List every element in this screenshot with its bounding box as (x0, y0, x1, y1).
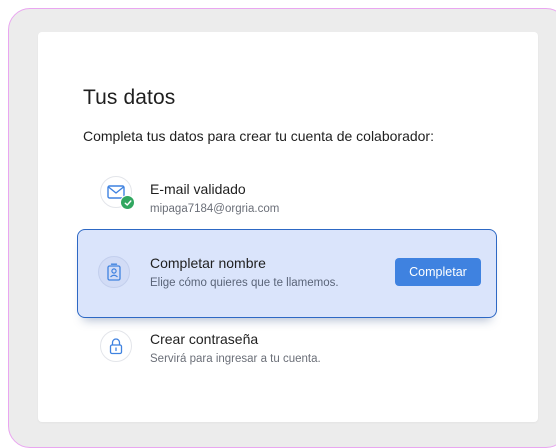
page-subtitle: Completa tus datos para crear tu cuenta … (83, 128, 434, 144)
step-complete-name: Completar nombre Elige cómo quieres que … (77, 229, 497, 318)
complete-button[interactable]: Completar (395, 258, 481, 286)
step-email-label: E-mail validado (150, 181, 246, 197)
step-email-validated: E-mail validado mipaga7184@orgria.com (78, 170, 496, 230)
step-create-password: Crear contraseña Servirá para ingresar a… (78, 320, 496, 380)
id-badge-icon (98, 256, 130, 288)
step-password-label: Crear contraseña (150, 331, 259, 347)
step-name-label: Completar nombre (150, 255, 266, 271)
check-icon (120, 195, 135, 210)
page-title: Tus datos (83, 86, 176, 109)
step-name-description: Elige cómo quieres que te llamemos. (150, 277, 339, 289)
step-password-description: Servirá para ingresar a tu cuenta. (150, 353, 321, 365)
step-email-description: mipaga7184@orgria.com (150, 203, 280, 215)
lock-icon (100, 330, 132, 362)
